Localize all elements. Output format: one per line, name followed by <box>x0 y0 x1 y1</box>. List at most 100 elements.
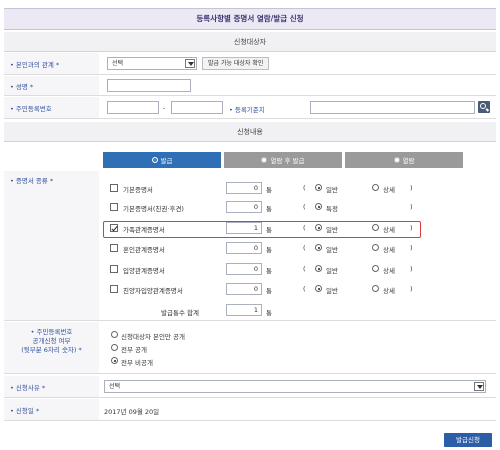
disclosure-label-line3: (뒷부분 6자리 숫자) * <box>21 346 82 354</box>
relation-label: • 본인과의 관계 * <box>4 53 99 74</box>
cert-checkbox[interactable] <box>110 203 118 211</box>
rrn-label: • 주민등록번호 <box>4 97 99 118</box>
cert-close-paren: ) <box>410 203 413 211</box>
cert-unit: 통 <box>266 186 272 194</box>
tab-view-label: 열람 <box>402 157 415 165</box>
cert-radio-detail[interactable] <box>372 265 379 272</box>
reg-base-input[interactable] <box>310 101 475 114</box>
submit-button[interactable]: 발급신청 <box>444 433 492 447</box>
cert-name: 입양관계증명서 <box>123 267 165 275</box>
disclosure-label-line2: 공개신청 여부 <box>32 337 71 345</box>
date-value: 2017년 09월 20일 <box>104 408 160 416</box>
disclosure-label-line1: • 주민등록번호 <box>30 328 73 336</box>
chevron-down-icon <box>474 382 484 391</box>
row-reason: • 신청사유 * 선택 <box>4 376 496 398</box>
cert-radio-general[interactable] <box>315 285 322 292</box>
page-title: 등록사항별 증명서 열람/발급 신청 <box>4 8 496 30</box>
disclosure-radio-2[interactable] <box>111 357 118 364</box>
cert-close-paren: ) <box>410 265 413 273</box>
cert-qty-input[interactable]: 0 <box>226 201 262 213</box>
cert-unit: 통 <box>266 267 272 275</box>
row-name: • 성명 * <box>4 76 496 96</box>
tab-view-then-issue[interactable]: 열람 후 발급 <box>224 152 342 168</box>
rrn-back-input[interactable] <box>171 101 223 114</box>
disclosure-option-2: 전부 비공개 <box>121 359 153 367</box>
rrn-front-input[interactable] <box>107 101 159 114</box>
form-frame: 등록사항별 증명서 열람/발급 신청 신청대상자 • 본인과의 관계 * 선택 … <box>0 0 500 450</box>
reg-base-label: • 등록기준지 <box>229 106 265 114</box>
cert-open-paren: ( <box>303 265 306 273</box>
cert-radio-general[interactable] <box>315 244 322 251</box>
cert-radio-general-label: 특정 <box>326 205 338 213</box>
cert-checkbox[interactable] <box>110 265 118 273</box>
section-header-content: 신청내용 <box>4 122 496 142</box>
cert-radio-general[interactable] <box>315 203 322 210</box>
cert-name: 기본증명서(친권·후견) <box>123 205 184 213</box>
radio-dot-icon <box>393 157 400 163</box>
tab-issue[interactable]: 발급 <box>103 152 221 168</box>
cert-radio-general[interactable] <box>315 184 322 191</box>
row-date: • 신청일 * 2017년 09월 20일 <box>4 399 496 421</box>
cert-checkbox[interactable] <box>110 244 118 252</box>
cert-radio-general-label: 일반 <box>326 186 338 194</box>
section-header-applicant: 신청대상자 <box>4 32 496 52</box>
relation-select[interactable]: 선택 <box>107 57 197 70</box>
cert-radio-detail[interactable] <box>372 184 379 191</box>
cert-radio-detail[interactable] <box>372 244 379 251</box>
cert-unit: 통 <box>266 205 272 213</box>
cert-radio-detail-label: 상세 <box>383 186 395 194</box>
cert-radio-general-label: 일반 <box>326 246 338 254</box>
total-qty: 1 <box>226 304 262 316</box>
cert-checkbox[interactable] <box>110 285 118 293</box>
cert-unit: 통 <box>266 287 272 295</box>
cert-checkbox[interactable] <box>110 184 118 192</box>
disclosure-option-0: 신청대상자 본인만 공개 <box>121 333 185 341</box>
cert-radio-detail-label: 상세 <box>383 287 395 295</box>
check-eligible-button[interactable]: 발급 가능 대상자 확인 <box>202 57 270 70</box>
radio-dot-icon <box>151 157 158 163</box>
cert-qty-input[interactable]: 0 <box>226 182 262 194</box>
cert-radio-detail-label: 상세 <box>383 267 395 275</box>
radio-dot-icon <box>261 157 268 163</box>
disclosure-radio-0[interactable] <box>111 331 118 338</box>
reason-label: • 신청사유 * <box>4 376 99 397</box>
row-rrn: • 주민등록번호 - • 등록기준지 <box>4 97 496 119</box>
tab-issue-label: 발급 <box>160 157 173 165</box>
search-icon[interactable] <box>478 101 490 113</box>
chevron-down-icon <box>185 59 195 68</box>
cert-qty-input[interactable]: 0 <box>226 242 262 254</box>
reason-select[interactable]: 선택 <box>104 380 486 393</box>
cert-radio-detail-label: 상세 <box>383 246 395 254</box>
cert-name: 기본증명서 <box>123 186 153 194</box>
cert-radio-detail[interactable] <box>372 285 379 292</box>
disclosure-label: • 주민등록번호 공개신청 여부 (뒷부분 6자리 숫자) * <box>4 322 99 373</box>
cert-unit: 통 <box>266 246 272 254</box>
date-label: • 신청일 * <box>4 399 99 420</box>
total-unit: 통 <box>266 309 272 317</box>
cert-radio-general-label: 일반 <box>326 267 338 275</box>
cert-qty-input[interactable]: 0 <box>226 263 262 275</box>
cert-open-paren: ( <box>303 244 306 252</box>
cert-open-paren: ( <box>303 203 306 211</box>
cert-open-paren: ( <box>303 285 306 293</box>
cert-label: • 증명서 종류 * <box>4 171 99 320</box>
reason-select-value: 선택 <box>109 383 121 390</box>
highlight-box <box>103 221 421 238</box>
row-relation: • 본인과의 관계 * 선택 발급 가능 대상자 확인 <box>4 53 496 75</box>
disclosure-radio-1[interactable] <box>111 344 118 351</box>
cert-qty-input[interactable]: 0 <box>226 283 262 295</box>
tab-view-then-issue-label: 열람 후 발급 <box>270 157 305 165</box>
rrn-dash: - <box>163 104 166 112</box>
name-label: • 성명 * <box>4 76 99 95</box>
name-input[interactable] <box>107 79 191 92</box>
cert-close-paren: ) <box>410 285 413 293</box>
tab-view[interactable]: 열람 <box>345 152 463 168</box>
disclosure-option-1: 전부 공개 <box>121 346 147 354</box>
cert-close-paren: ) <box>410 244 413 252</box>
cert-name: 혼인관계증명서 <box>123 246 165 254</box>
relation-select-value: 선택 <box>112 60 124 67</box>
cert-close-paren: ) <box>410 184 413 192</box>
cert-open-paren: ( <box>303 184 306 192</box>
total-label: 발급통수 합계 <box>161 309 199 317</box>
cert-radio-general[interactable] <box>315 265 322 272</box>
